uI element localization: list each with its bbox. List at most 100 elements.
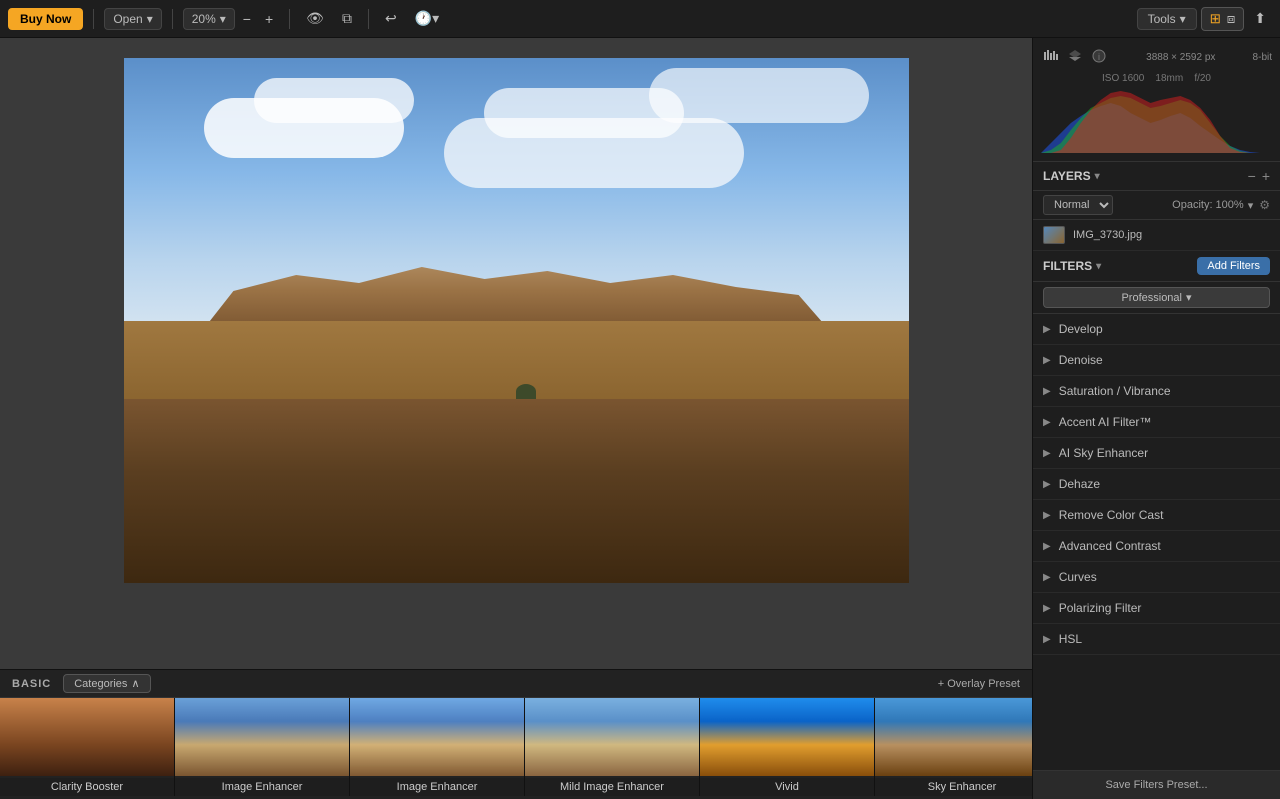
panel-toggle-grid[interactable]: ⊞ ⧈ (1201, 7, 1245, 31)
layers-chevron-icon: ▾ (1095, 171, 1100, 182)
filter-item-10[interactable]: ▶ HSL (1033, 624, 1280, 655)
filter-arrow-icon-0: ▶ (1043, 324, 1051, 335)
separator-1 (93, 9, 94, 29)
filter-label-7: Advanced Contrast (1059, 539, 1161, 553)
history-button[interactable]: 🕐 ▾ (409, 6, 445, 31)
zoom-value: 20% ▾ (183, 8, 235, 30)
info-tab[interactable]: i (1089, 46, 1109, 69)
separator-2 (172, 9, 173, 29)
preset-thumbnail-4 (700, 698, 874, 776)
filter-arrow-icon-8: ▶ (1043, 572, 1051, 583)
layers-add-button[interactable]: + (1262, 168, 1270, 184)
filter-label-0: Develop (1059, 322, 1103, 336)
sliders-icon: ⧈ (1227, 11, 1235, 27)
preset-item-4[interactable]: Vivid (700, 698, 875, 796)
zoom-out-button[interactable]: − (237, 7, 257, 31)
filter-label-3: Accent AI Filter™ (1059, 415, 1152, 429)
opacity-chevron-icon: ▾ (1248, 199, 1254, 212)
histogram-tabs: i (1041, 46, 1109, 69)
canvas-area (0, 38, 1032, 669)
buy-now-button[interactable]: Buy Now (8, 8, 83, 30)
categories-button[interactable]: Categories ∧ (63, 674, 150, 693)
blend-mode-select[interactable]: Normal (1043, 195, 1113, 215)
filter-item-6[interactable]: ▶ Remove Color Cast (1033, 500, 1280, 531)
overlay-preset-button[interactable]: + Overlay Preset (938, 678, 1020, 690)
filter-arrow-icon-6: ▶ (1043, 510, 1051, 521)
professional-chevron-icon: ▾ (1186, 291, 1192, 304)
foreground-layer (124, 399, 909, 583)
filter-label-2: Saturation / Vibrance (1059, 384, 1171, 398)
svg-text:i: i (1098, 52, 1100, 62)
filter-label-9: Polarizing Filter (1059, 601, 1142, 615)
filter-item-1[interactable]: ▶ Denoise (1033, 345, 1280, 376)
export-icon: ⬆ (1254, 10, 1266, 27)
filter-item-3[interactable]: ▶ Accent AI Filter™ (1033, 407, 1280, 438)
compare-button[interactable]: ⧉ (336, 6, 358, 31)
bottom-bar-header: BASIC Categories ∧ + Overlay Preset (0, 670, 1032, 698)
preset-thumbnail-5 (875, 698, 1032, 776)
filter-item-9[interactable]: ▶ Polarizing Filter (1033, 593, 1280, 624)
filter-arrow-icon-2: ▶ (1043, 386, 1051, 397)
photo-canvas (124, 58, 909, 583)
filter-item-5[interactable]: ▶ Dehaze (1033, 469, 1280, 500)
filter-item-7[interactable]: ▶ Advanced Contrast (1033, 531, 1280, 562)
layers-header: LAYERS ▾ − + (1033, 162, 1280, 191)
filter-label-10: HSL (1059, 632, 1082, 646)
preview-button[interactable]: 👁 (300, 6, 330, 31)
filter-label-8: Curves (1059, 570, 1097, 584)
layers-actions: − + (1248, 168, 1270, 184)
preset-thumbnail-0 (0, 698, 174, 776)
open-button[interactable]: Open ▾ (104, 8, 161, 30)
preset-item-0[interactable]: Clarity Booster (0, 698, 175, 796)
layers-minimize-button[interactable]: − (1248, 168, 1256, 184)
preset-item-3[interactable]: Mild Image Enhancer (525, 698, 700, 796)
open-label: Open (113, 12, 142, 26)
image-bit-depth: 8-bit (1253, 52, 1272, 63)
toolbar-right: Tools ▾ ⊞ ⧈ ⬆ (1137, 6, 1272, 31)
preset-thumbnail-2 (350, 698, 524, 776)
categories-label: Categories (74, 678, 127, 690)
filter-arrow-icon-9: ▶ (1043, 603, 1051, 614)
tools-button[interactable]: Tools ▾ (1137, 8, 1197, 30)
undo-button[interactable]: ↩ (379, 6, 403, 31)
filter-item-0[interactable]: ▶ Develop (1033, 314, 1280, 345)
histogram-area: i 3888 × 2592 px 8-bit ISO 1600 18mm f/2… (1033, 38, 1280, 162)
preset-label-5: Sky Enhancer (875, 778, 1032, 796)
filters-title: FILTERS ▾ (1043, 259, 1101, 273)
filters-list: ▶ Develop ▶ Denoise ▶ Saturation / Vibra… (1033, 314, 1280, 770)
filter-item-8[interactable]: ▶ Curves (1033, 562, 1280, 593)
filter-arrow-icon-4: ▶ (1043, 448, 1051, 459)
filters-header: FILTERS ▾ Add Filters (1033, 251, 1280, 282)
layer-item[interactable]: IMG_3730.jpg (1033, 220, 1280, 251)
filter-item-4[interactable]: ▶ AI Sky Enhancer (1033, 438, 1280, 469)
layers-tab[interactable] (1065, 46, 1085, 69)
preset-label-3: Mild Image Enhancer (525, 778, 699, 796)
preset-item-5[interactable]: Sky Enhancer (875, 698, 1032, 796)
zoom-group: 20% ▾ − + (183, 7, 279, 31)
separator-4 (368, 9, 369, 29)
undo-icon: ↩ (385, 10, 397, 27)
open-chevron-icon: ▾ (147, 12, 153, 26)
preset-item-1[interactable]: Image Enhancer (175, 698, 350, 796)
shrub (516, 384, 536, 399)
preset-label-4: Vivid (700, 778, 874, 796)
add-filters-button[interactable]: Add Filters (1197, 257, 1270, 275)
filter-arrow-icon-3: ▶ (1043, 417, 1051, 428)
layer-settings-button[interactable]: ⚙ (1259, 198, 1270, 212)
filter-item-2[interactable]: ▶ Saturation / Vibrance (1033, 376, 1280, 407)
filter-arrow-icon-7: ▶ (1043, 541, 1051, 552)
preset-label-1: Image Enhancer (175, 778, 349, 796)
main-area: BASIC Categories ∧ + Overlay Preset Clar… (0, 38, 1280, 799)
histogram-tab[interactable] (1041, 46, 1061, 69)
preset-item-2[interactable]: Image Enhancer (350, 698, 525, 796)
export-button[interactable]: ⬆ (1248, 6, 1272, 31)
filter-label-5: Dehaze (1059, 477, 1100, 491)
image-container (124, 58, 909, 583)
save-preset-button[interactable]: Save Filters Preset... (1033, 770, 1280, 799)
compare-icon: ⧉ (342, 10, 352, 27)
professional-bar: Professional ▾ (1033, 282, 1280, 314)
zoom-chevron-icon: ▾ (220, 12, 226, 26)
zoom-in-button[interactable]: + (259, 7, 279, 31)
filter-arrow-icon-5: ▶ (1043, 479, 1051, 490)
professional-button[interactable]: Professional ▾ (1043, 287, 1270, 308)
